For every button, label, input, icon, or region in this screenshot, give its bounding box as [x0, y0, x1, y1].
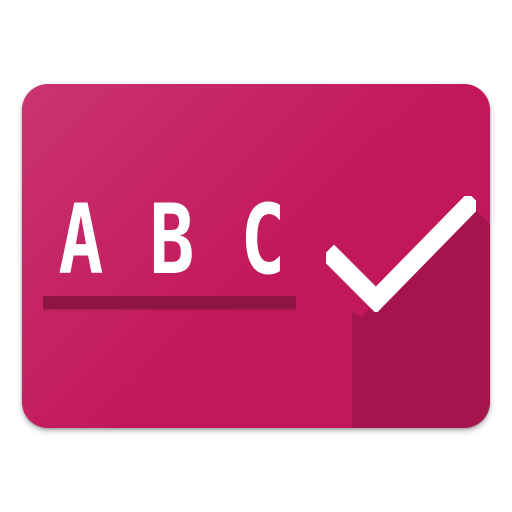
check-icon [326, 196, 476, 312]
letter-b: B [149, 184, 195, 296]
app-icon: A B C [0, 0, 512, 512]
letter-c: C [240, 184, 286, 296]
text-underline [43, 296, 296, 309]
abc-label: A B C [52, 192, 292, 288]
letter-a: A [58, 184, 104, 296]
icon-card: A B C [22, 84, 490, 428]
